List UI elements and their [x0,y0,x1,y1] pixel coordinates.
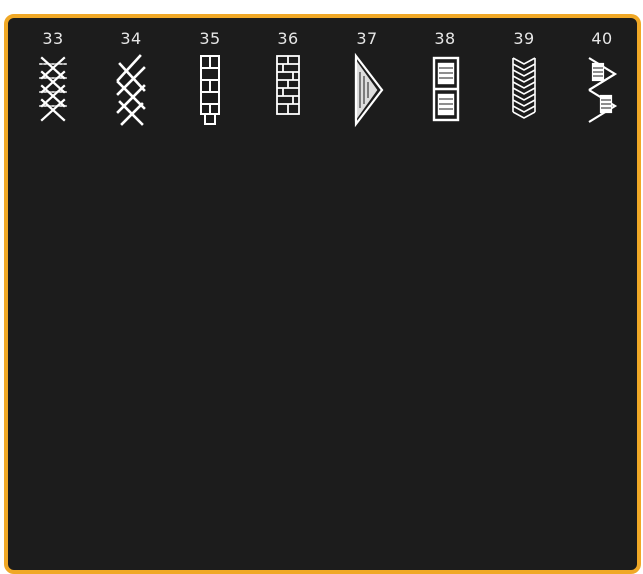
zigzag-column-stitch-icon [493,52,555,128]
stitch-number: 40 [591,29,613,48]
stitch-number: 38 [434,29,456,48]
stitch-40[interactable]: 40 [571,26,633,136]
stitch-number: 37 [356,29,378,48]
stitch-number: 39 [513,29,535,48]
square-fill-stitch-icon [414,52,476,128]
triangle-fill-stitch-icon [336,52,398,128]
double-cross-stitch-icon [100,52,162,128]
stitch-37[interactable]: 37 [336,26,398,136]
stitch-39[interactable]: 39 [493,26,555,136]
stitch-number: 35 [199,29,221,48]
stitch-number: 33 [42,29,64,48]
stitch-selection-panel: 33 34 35 36 37 38 39 40 [4,14,641,574]
stitch-36[interactable]: 36 [257,26,319,136]
stitch-35[interactable]: 35 [179,26,241,136]
stitch-grid: 33 34 35 36 37 38 39 40 [8,18,637,138]
ladder-brick-stitch-icon [179,52,241,128]
stitch-33[interactable]: 33 [22,26,84,136]
stitch-38[interactable]: 38 [414,26,476,136]
sewing-machine-screen: 33 34 35 36 37 38 39 40 [0,0,643,574]
stitch-number: 34 [120,29,142,48]
brick-block-stitch-icon [257,52,319,128]
stitch-34[interactable]: 34 [100,26,162,136]
bowtie-fill-stitch-icon [571,52,633,128]
braid-cross-stitch-icon [22,52,84,128]
stitch-number: 36 [277,29,299,48]
